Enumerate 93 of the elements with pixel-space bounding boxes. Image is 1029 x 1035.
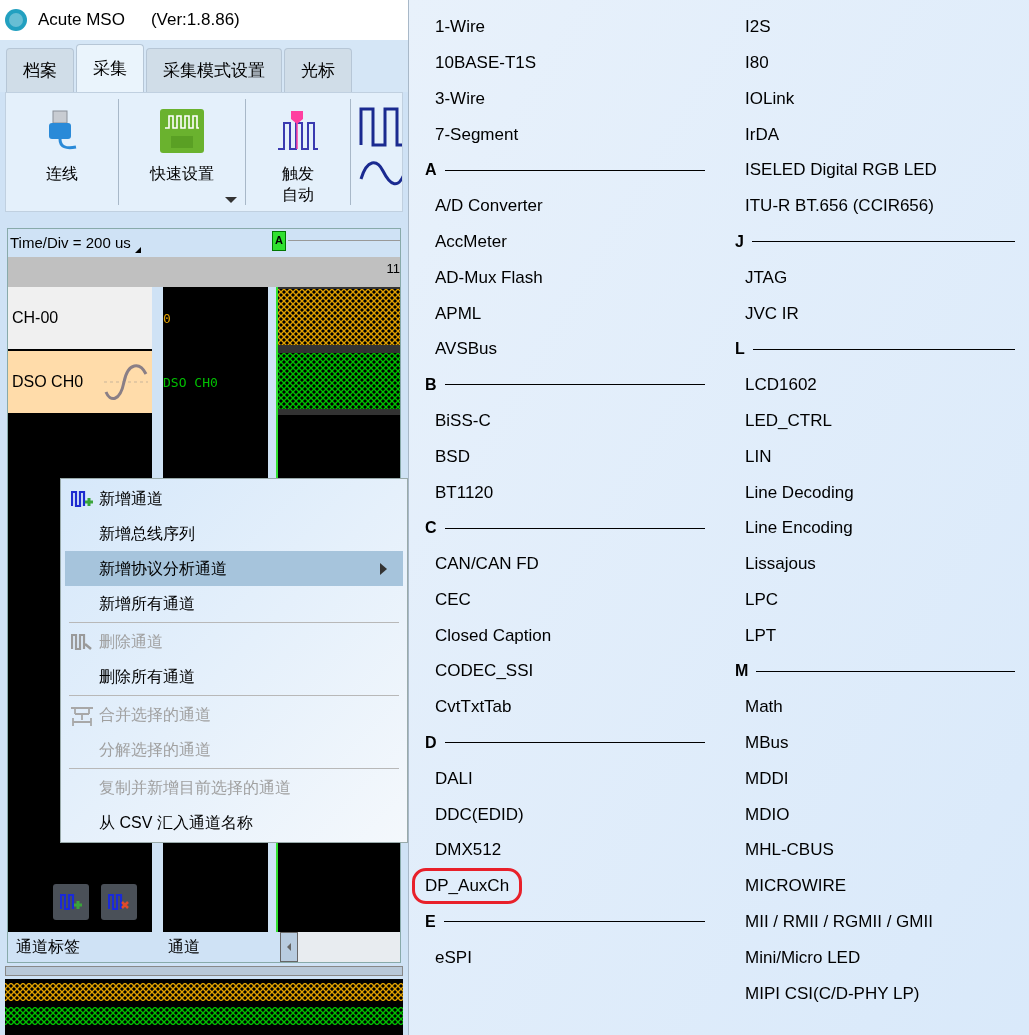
protocol-menu-item[interactable]: MDDI xyxy=(735,763,799,794)
protocol-menu-item[interactable]: JVC IR xyxy=(735,298,809,328)
protocol-menu-item[interactable]: BSD xyxy=(425,441,480,472)
protocol-menu-item[interactable]: LPC xyxy=(735,584,789,615)
protocol-menu-item[interactable]: MHL-CBUS xyxy=(735,835,844,865)
scroll-left-button[interactable] xyxy=(280,932,298,962)
time-div-label: Time/Div = 200 us xyxy=(10,232,131,253)
column-header: 通道 xyxy=(167,937,201,957)
context-menu-item[interactable]: 从 CSV 汇入通道名称 xyxy=(65,805,403,840)
protocol-menu-item[interactable]: CEC xyxy=(425,584,481,615)
section-letter: D xyxy=(425,732,437,753)
protocol-menu-item[interactable]: CAN/CAN FD xyxy=(425,549,549,579)
ribbon-tab[interactable]: 采集 xyxy=(76,44,144,92)
column-header: 通道标签 xyxy=(15,937,81,957)
add-pulse-icon xyxy=(59,894,83,910)
section-letter: C xyxy=(425,518,437,539)
protocol-menu-item[interactable]: Math xyxy=(735,692,793,722)
protocol-menu-item[interactable]: ISELED Digital RGB LED xyxy=(735,155,947,185)
protocol-menu-item[interactable]: IrDA xyxy=(735,119,789,150)
protocol-menu-item[interactable]: AD-Mux Flash xyxy=(425,262,553,293)
protocol-menu-item[interactable]: DALI xyxy=(425,763,483,794)
app-name: Acute MSO xyxy=(38,9,125,32)
protocol-menu-item[interactable]: ITU-R BT.656 (CCIR656) xyxy=(735,191,944,221)
channel-label[interactable]: CH-00 xyxy=(8,287,152,351)
context-menu-item[interactable]: 新增所有通道 xyxy=(65,586,403,621)
protocol-menu-item[interactable]: LED_CTRL xyxy=(735,405,842,436)
delete-channel-icon xyxy=(70,633,94,650)
bus-icon xyxy=(159,108,205,154)
protocol-menu-item[interactable]: AVSBus xyxy=(425,334,508,364)
protocol-menu-item[interactable]: LIN xyxy=(735,441,782,472)
app-logo xyxy=(4,8,28,32)
section-letter: L xyxy=(735,339,745,360)
protocol-menu-item[interactable]: MIPI CSI(C/D-PHY LP) xyxy=(735,978,930,1009)
protocol-menu-item[interactable]: 7-Segment xyxy=(425,119,529,150)
protocol-menu-item[interactable]: MDIO xyxy=(735,799,800,830)
dropdown-caret-icon xyxy=(225,197,237,203)
delete-pulse-icon xyxy=(107,894,131,910)
channel-name: 0 xyxy=(163,310,171,329)
section-letter: A xyxy=(425,160,437,181)
protocol-menu-item[interactable]: DMX512 xyxy=(425,835,512,865)
protocol-menu-item[interactable]: MII / RMII / RGMII / GMII xyxy=(735,907,943,937)
section-letter: B xyxy=(425,374,437,395)
trigger-marker: A xyxy=(272,231,286,251)
delete-channel-button[interactable] xyxy=(101,884,137,920)
context-menu-item[interactable]: 新增总线序列 xyxy=(65,516,403,551)
protocol-menu-item[interactable]: 10BASE-T1S xyxy=(425,47,547,78)
version-label: (Ver:1.8.86) xyxy=(150,9,240,32)
protocol-menu-item[interactable]: AccMeter xyxy=(425,226,517,257)
protocol-menu-item[interactable]: LCD1602 xyxy=(735,370,827,400)
context-menu-item[interactable]: 删除所有通道 xyxy=(65,659,403,694)
protocol-menu-item[interactable]: BiSS-C xyxy=(425,405,501,436)
ribbon-button[interactable]: 连线 xyxy=(6,97,118,207)
protocol-menu-item[interactable]: APML xyxy=(425,298,492,328)
protocol-menu-item[interactable]: LPT xyxy=(735,620,787,651)
protocol-menu-item[interactable]: JTAG xyxy=(735,262,798,293)
channel-label[interactable]: DSO CH0 xyxy=(8,351,152,415)
context-menu-item[interactable]: 新增协议分析通道 xyxy=(65,551,403,586)
submenu-arrow-icon xyxy=(380,562,387,575)
ribbon-button[interactable]: 触发 自动 xyxy=(246,97,350,207)
add-channel-button[interactable] xyxy=(53,884,89,920)
ruler-label: 11 xyxy=(386,260,400,278)
protocol-menu-item[interactable]: CvtTxtTab xyxy=(425,692,522,722)
protocol-menu-item[interactable]: 1-Wire xyxy=(425,12,496,42)
section-letter: M xyxy=(735,661,749,682)
protocol-menu-item[interactable]: I2S xyxy=(735,12,781,42)
protocol-menu-item[interactable]: DP_AuxCh xyxy=(412,868,523,904)
protocol-menu-item[interactable]: eSPI xyxy=(425,942,482,973)
protocol-menu-item[interactable]: Mini/Micro LED xyxy=(735,942,871,973)
sine-wave-icon xyxy=(102,362,150,402)
protocol-menu-item[interactable]: Closed Caption xyxy=(425,620,562,651)
protocol-menu-item[interactable]: Line Decoding xyxy=(735,477,864,507)
protocol-menu-item[interactable]: CODEC_SSI xyxy=(425,656,544,686)
splitter-bar[interactable] xyxy=(5,966,403,976)
protocol-menu-item[interactable]: MBus xyxy=(735,728,799,758)
protocol-menu-item[interactable]: BT1120 xyxy=(425,477,504,507)
channel-name: DSO CH0 xyxy=(163,374,218,393)
section-letter: E xyxy=(425,911,436,932)
protocol-menu-item[interactable]: Lissajous xyxy=(735,549,826,579)
protocol-menu-item[interactable]: I80 xyxy=(735,47,779,78)
ribbon-tab[interactable]: 光标 xyxy=(284,48,352,92)
trigger-pulse-icon xyxy=(276,109,320,153)
add-channel-icon xyxy=(70,490,94,507)
context-menu-item[interactable]: 新增通道 xyxy=(65,481,403,516)
ribbon-tab[interactable]: 档案 xyxy=(6,48,74,92)
protocol-menu-item[interactable]: MICROWIRE xyxy=(735,871,857,901)
protocol-menu-item[interactable]: 3-Wire xyxy=(425,83,496,114)
protocol-menu-item[interactable]: Line Encoding xyxy=(735,513,863,543)
protocol-menu-item[interactable]: IOLink xyxy=(735,83,805,114)
section-letter: J xyxy=(735,231,744,252)
protocol-menu-item[interactable]: DDC(EDID) xyxy=(425,799,534,830)
ribbon-tab[interactable]: 采集模式设置 xyxy=(146,48,282,92)
ribbon-button[interactable]: 快速设置 xyxy=(119,97,245,207)
protocol-menu-item[interactable]: A/D Converter xyxy=(425,191,553,221)
